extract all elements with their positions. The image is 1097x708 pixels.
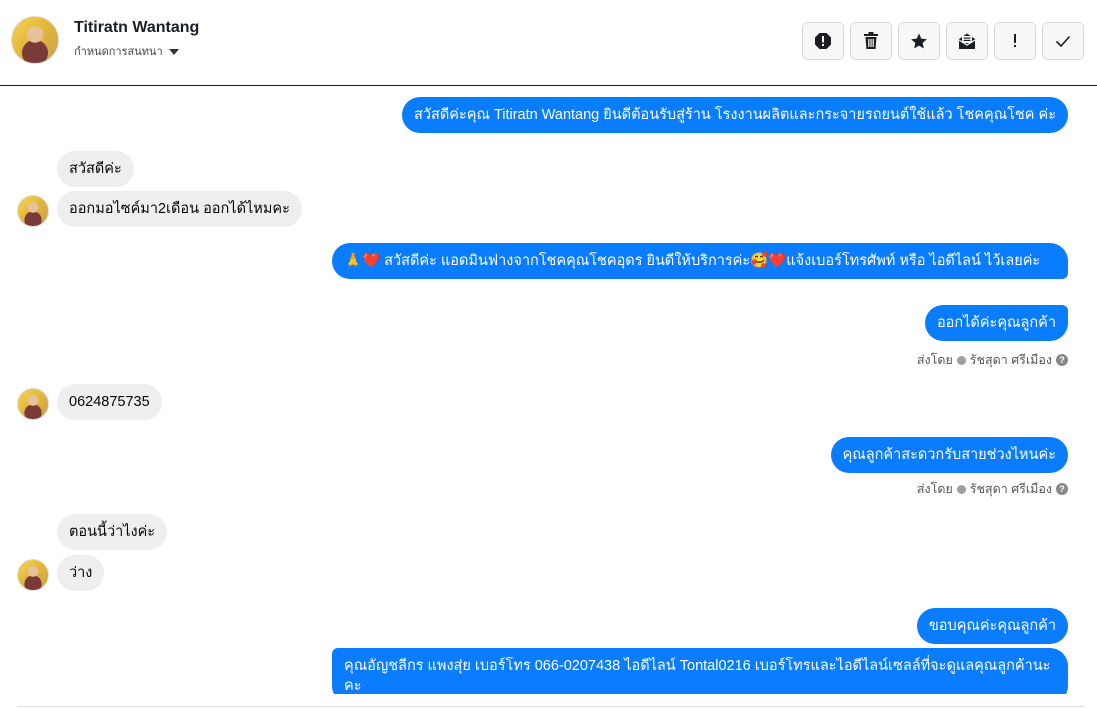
message-text: สวัสดีค่ะ แอดมินฟางจากโชคคุณโชคอุดร ยินด… [380, 253, 751, 269]
pray-heart-emoji: 🙏❤️ [344, 253, 381, 269]
sent-by-label: ส่งโดย รัชสุดา ศรีเมือง ? [917, 479, 1068, 499]
contact-name[interactable]: Titiratn Wantang [74, 19, 199, 37]
message-thread[interactable]: สวัสดีค่ะคุณ Titiratn Wantang ยินดีต้อนร… [0, 87, 1097, 694]
star-button[interactable] [898, 22, 940, 60]
help-icon[interactable]: ? [1056, 483, 1068, 495]
report-icon [815, 33, 831, 49]
contact-avatar-small [17, 559, 49, 591]
conversation-header: Titiratn Wantang กำหนดการสนทนา [0, 0, 1097, 86]
conversation-menu-label: กำหนดการสนทนา [74, 45, 163, 58]
conversation-menu[interactable]: กำหนดการสนทนา [74, 42, 179, 60]
trash-icon [864, 32, 878, 49]
message-outgoing[interactable]: ออกได้ค่ะคุณลูกค้า [924, 305, 1068, 341]
spam-button[interactable] [994, 22, 1036, 60]
message-text: แจ้งเบอร์โทรศัพท์ หรือ ไอดีไลน์ ไว้เลยค่… [786, 253, 1041, 269]
message-incoming[interactable]: ว่าง [57, 555, 105, 591]
contact-avatar-small [17, 388, 49, 420]
composer-divider [17, 706, 1084, 707]
sent-by-agent[interactable]: รัชสุดา ศรีเมือง [970, 350, 1052, 370]
mark-unread-button[interactable] [946, 22, 988, 60]
sent-by-agent[interactable]: รัชสุดา ศรีเมือง [970, 479, 1052, 499]
message-outgoing[interactable]: คุณลูกค้าสะดวกรับสายช่วงไหนค่ะ [830, 437, 1068, 473]
caret-down-icon [168, 48, 179, 55]
message-outgoing[interactable]: สวัสดีค่ะคุณ Titiratn Wantang ยินดีต้อนร… [402, 97, 1068, 133]
verified-icon [956, 484, 966, 494]
mark-done-button[interactable] [1042, 22, 1084, 60]
message-incoming[interactable]: ออกมอไซค์มา2เดือน ออกได้ไหมคะ [57, 191, 302, 227]
star-icon [911, 33, 927, 49]
message-outgoing[interactable]: 🙏❤️ สวัสดีค่ะ แอดมินฟางจากโชคคุณโชคอุดร … [332, 243, 1068, 279]
verified-icon [956, 355, 966, 365]
sent-by-label: ส่งโดย รัชสุดา ศรีเมือง ? [917, 350, 1068, 370]
message-outgoing[interactable]: คุณอัญชลีกร แพงสุ่ย เบอร์โทร 066-0207438… [332, 648, 1068, 694]
mail-icon [958, 33, 976, 49]
message-incoming[interactable]: สวัสดีค่ะ [57, 151, 134, 187]
report-button[interactable] [802, 22, 844, 60]
message-incoming[interactable]: 0624875735 [57, 384, 162, 420]
contact-avatar-small [17, 195, 49, 227]
exclaim-icon [1014, 34, 1016, 47]
help-icon[interactable]: ? [1056, 354, 1068, 366]
message-incoming[interactable]: ตอนนี้ว่าไงค่ะ [57, 514, 168, 550]
sent-by-prefix: ส่งโดย [916, 353, 953, 367]
contact-avatar[interactable] [11, 16, 59, 64]
action-toolbar [802, 22, 1084, 60]
message-outgoing[interactable]: ขอบคุณค่ะคุณลูกค้า [916, 608, 1068, 644]
check-icon [1055, 35, 1071, 48]
smile-heart-emoji: 🥰❤️ [750, 253, 787, 269]
delete-button[interactable] [850, 22, 892, 60]
sent-by-prefix: ส่งโดย [916, 482, 953, 496]
